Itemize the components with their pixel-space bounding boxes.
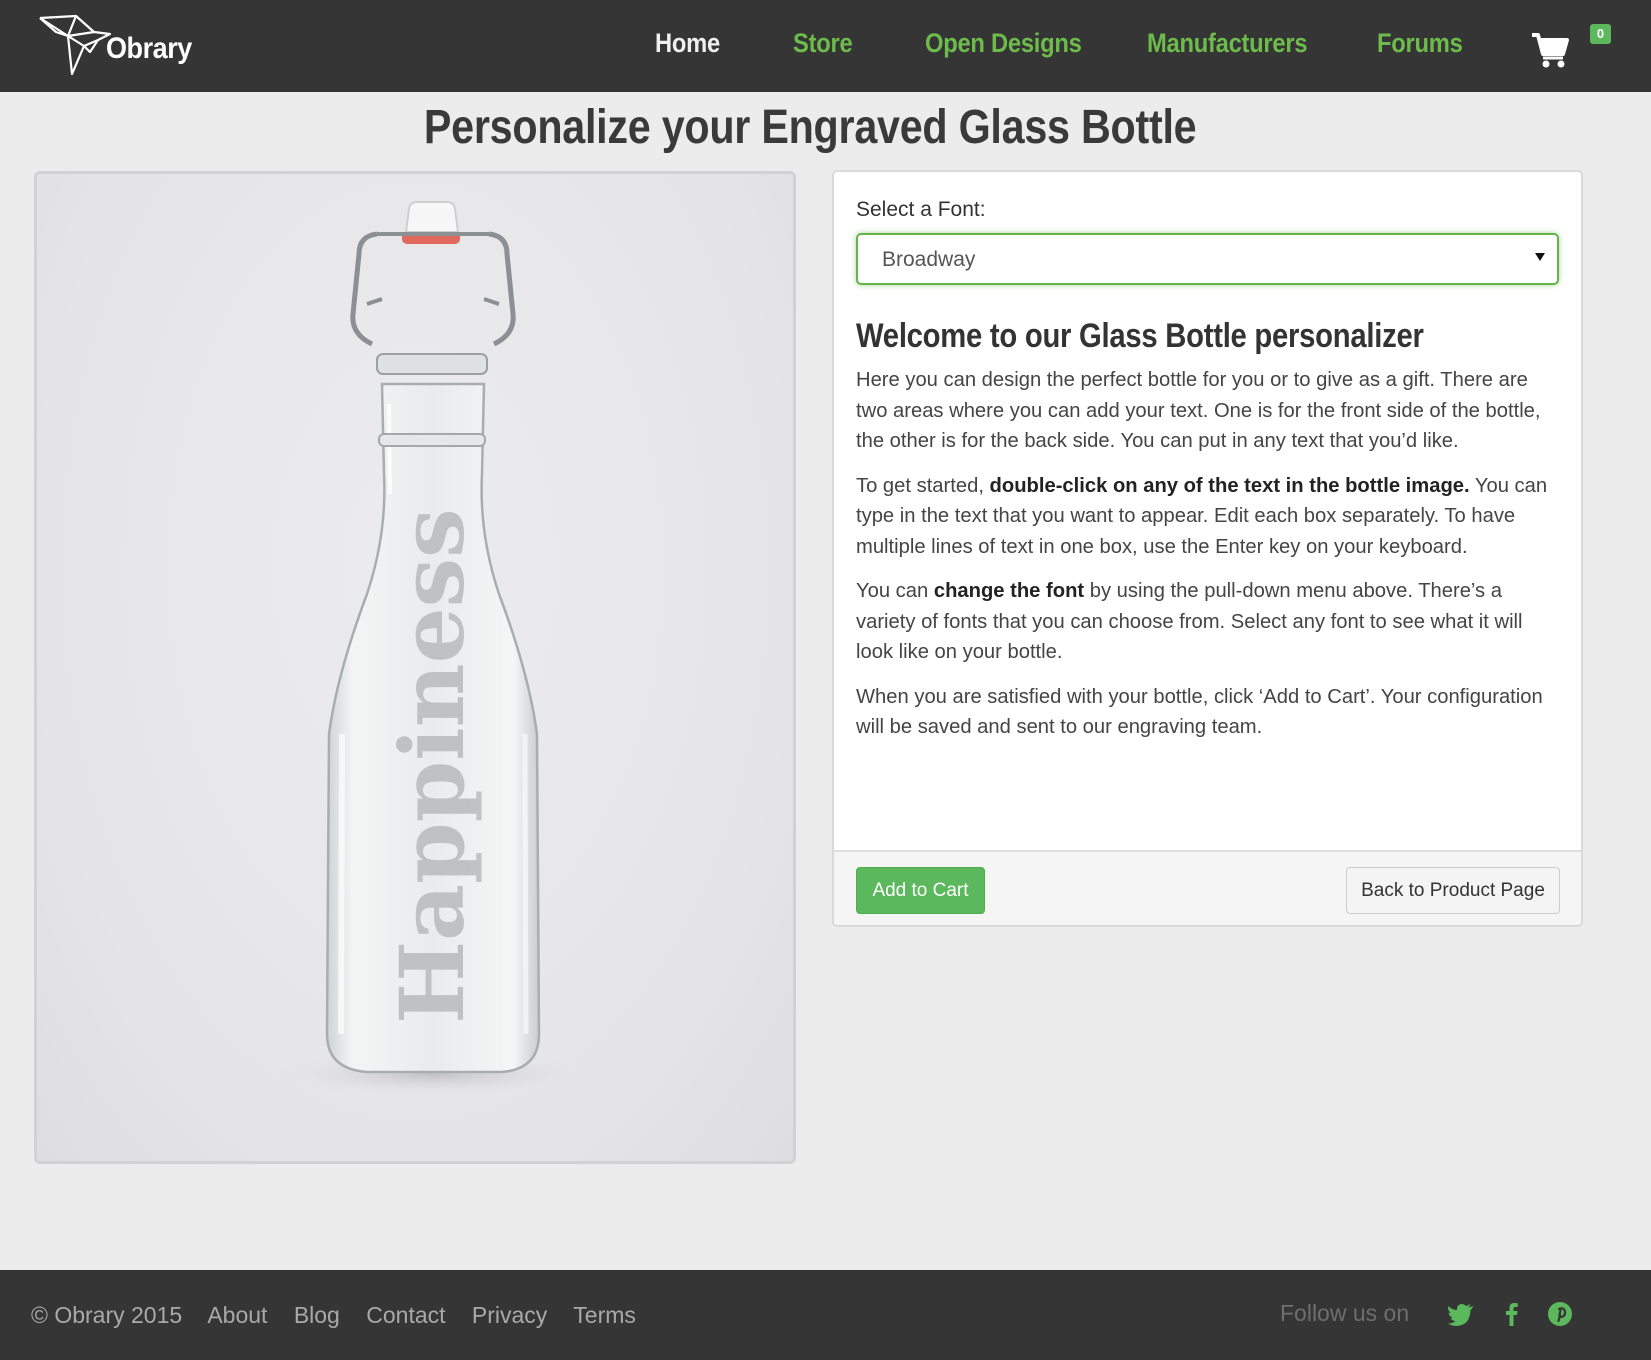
change-font-paragraph: You can change the font by using the pul… <box>856 580 1523 663</box>
main-nav: Home Store Open Designs Manufacturers Fo… <box>0 0 1651 92</box>
footer-links: © Obrary 2015 About Blog Contact Privacy… <box>31 1302 656 1329</box>
footer-link-privacy[interactable]: Privacy <box>472 1302 547 1328</box>
personalizer-footer: Add to Cart Back to Product Page <box>834 850 1581 925</box>
top-navbar: Obrary Home Store Open Designs Manufactu… <box>0 0 1651 92</box>
page-title: Personalize your Engraved Glass Bottle <box>423 101 1197 154</box>
shopping-cart-icon[interactable] <box>1530 30 1570 70</box>
pinterest-icon[interactable] <box>1546 1300 1574 1328</box>
chevron-down-icon <box>1535 253 1545 261</box>
font-select-value: Broadway <box>882 248 976 271</box>
nav-home[interactable]: Home <box>655 28 720 59</box>
follow-us-label: Follow us on <box>1280 1300 1410 1326</box>
facebook-icon[interactable] <box>1498 1300 1526 1328</box>
personalizer-panel: Select a Font: Broadway Welcome to our G… <box>832 170 1583 927</box>
bottle-preview: Happiness <box>34 171 796 1164</box>
footer-link-about[interactable]: About <box>207 1302 267 1328</box>
intro-paragraph: Here you can design the perfect bottle f… <box>856 369 1541 452</box>
welcome-heading: Welcome to our Glass Bottle personalizer <box>856 317 1424 355</box>
engraved-text[interactable]: Happiness <box>380 508 484 1024</box>
font-select[interactable]: Broadway <box>856 233 1559 285</box>
nav-manufacturers[interactable]: Manufacturers <box>1147 28 1308 59</box>
footer-link-blog[interactable]: Blog <box>294 1302 340 1328</box>
cart-count-badge: 0 <box>1590 24 1611 44</box>
copyright: © Obrary 2015 <box>31 1302 183 1328</box>
personalizer-body: Select a Font: Broadway Welcome to our G… <box>834 172 1581 850</box>
footer-link-terms[interactable]: Terms <box>573 1302 636 1328</box>
site-footer: © Obrary 2015 About Blog Contact Privacy… <box>0 1270 1651 1360</box>
footer-link-contact[interactable]: Contact <box>366 1302 445 1328</box>
add-to-cart-button[interactable]: Add to Cart <box>856 867 985 914</box>
nav-forums[interactable]: Forums <box>1377 28 1463 59</box>
add-to-cart-paragraph: When you are satisfied with your bottle,… <box>856 685 1543 739</box>
back-to-product-button[interactable]: Back to Product Page <box>1346 867 1560 914</box>
nav-store[interactable]: Store <box>793 28 853 59</box>
bottle-illustration: Happiness <box>272 201 592 1096</box>
twitter-icon[interactable] <box>1447 1300 1475 1328</box>
font-select-label: Select a Font: <box>856 198 986 221</box>
nav-open-designs[interactable]: Open Designs <box>925 28 1082 59</box>
getting-started-paragraph: To get started, double-click on any of t… <box>856 474 1548 558</box>
